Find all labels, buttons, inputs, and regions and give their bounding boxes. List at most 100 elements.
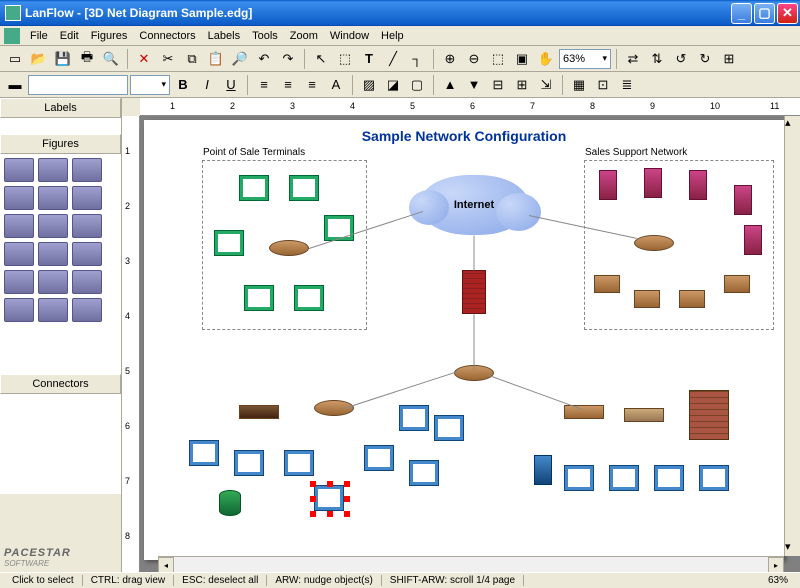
print-icon[interactable]: 🖶 (76, 48, 98, 70)
node-laptop[interactable] (724, 275, 750, 293)
scrollbar-horizontal[interactable]: ◂ ▸ (158, 556, 784, 572)
group-label[interactable]: Sales Support Network (585, 147, 687, 158)
node-tower[interactable] (534, 455, 552, 485)
paste-icon[interactable]: 📋 (205, 48, 227, 70)
fill-icon[interactable]: ▨ (358, 74, 380, 96)
scroll-down-icon[interactable]: ▾ (785, 540, 800, 556)
close-button[interactable]: ✕ (777, 3, 798, 24)
align-right-icon[interactable]: ≡ (301, 74, 323, 96)
line-icon[interactable]: ╱ (382, 48, 404, 70)
connector[interactable] (489, 375, 583, 410)
node-pc[interactable] (189, 440, 219, 466)
node-router[interactable] (634, 235, 674, 251)
redo-icon[interactable]: ↷ (277, 48, 299, 70)
layers-icon[interactable]: ≣ (616, 74, 638, 96)
align-left-icon[interactable]: ≡ (253, 74, 275, 96)
node-laptop[interactable] (594, 275, 620, 293)
node-pc[interactable] (364, 445, 394, 471)
selection-handle[interactable] (344, 496, 350, 502)
labels-pane[interactable] (0, 118, 121, 134)
group-label[interactable]: Point of Sale Terminals (203, 147, 305, 158)
menu-file[interactable]: File (24, 28, 54, 44)
connector[interactable] (474, 236, 475, 271)
figure-shape[interactable] (72, 298, 102, 322)
selection-handle[interactable] (327, 511, 333, 517)
distribute-icon[interactable]: ⊞ (511, 74, 533, 96)
figure-shape[interactable] (4, 270, 34, 294)
connector[interactable] (344, 371, 458, 409)
canvas[interactable]: Sample Network Configuration Point of Sa… (140, 116, 800, 572)
figure-shape[interactable] (72, 158, 102, 182)
scroll-left-icon[interactable]: ◂ (158, 557, 174, 572)
selection-handle[interactable] (344, 511, 350, 517)
menu-labels[interactable]: Labels (202, 28, 246, 44)
bold-icon[interactable]: B (172, 74, 194, 96)
figure-shape[interactable] (38, 158, 68, 182)
grid-icon[interactable]: ▦ (568, 74, 590, 96)
node-pc[interactable] (234, 450, 264, 476)
zoomfit-icon[interactable]: ▣ (511, 48, 533, 70)
menu-tools[interactable]: Tools (246, 28, 284, 44)
node-tower[interactable] (599, 170, 617, 200)
italic-icon[interactable]: I (196, 74, 218, 96)
scrollbar-vertical[interactable]: ▴ ▾ (784, 116, 800, 556)
node-tower[interactable] (734, 185, 752, 215)
figure-shape[interactable] (38, 242, 68, 266)
diagram-page[interactable]: Sample Network Configuration Point of Sa… (144, 120, 784, 560)
node-pc[interactable] (409, 460, 439, 486)
open-icon[interactable]: 📂 (28, 48, 50, 70)
border-icon[interactable]: ▢ (406, 74, 428, 96)
preview-icon[interactable]: 🔍 (100, 48, 122, 70)
undo-icon[interactable]: ↶ (253, 48, 275, 70)
selection-handle[interactable] (310, 481, 316, 487)
scroll-up-icon[interactable]: ▴ (785, 116, 800, 132)
zoomin-icon[interactable]: ⊕ (439, 48, 461, 70)
menu-edit[interactable]: Edit (54, 28, 85, 44)
node-tower[interactable] (744, 225, 762, 255)
menu-help[interactable]: Help (375, 28, 410, 44)
cut-icon[interactable]: ✂ (157, 48, 179, 70)
find-icon[interactable]: 🔎 (229, 48, 251, 70)
node-pc[interactable] (284, 450, 314, 476)
node-firewall[interactable] (462, 270, 486, 314)
node-hub[interactable] (624, 408, 664, 422)
node-pc[interactable] (699, 465, 729, 491)
figure-shape[interactable] (72, 270, 102, 294)
menu-zoom[interactable]: Zoom (284, 28, 324, 44)
textcolor-icon[interactable]: A (325, 74, 347, 96)
node-pc[interactable] (434, 415, 464, 441)
node-pc-selected[interactable] (314, 485, 344, 511)
node-terminal[interactable] (239, 175, 269, 201)
node-tower[interactable] (689, 170, 707, 200)
node-laptop[interactable] (679, 290, 705, 308)
new-icon[interactable]: ▭ (4, 48, 26, 70)
palette-figures[interactable]: Figures (0, 134, 121, 154)
zoomregion-icon[interactable]: ⬚ (487, 48, 509, 70)
figure-shape[interactable] (38, 186, 68, 210)
node-pc[interactable] (399, 405, 429, 431)
figure-shape[interactable] (72, 242, 102, 266)
figure-shape[interactable] (4, 186, 34, 210)
shadow-icon[interactable]: ◪ (382, 74, 404, 96)
fillcolor-icon[interactable]: ▬ (4, 74, 26, 96)
node-router[interactable] (314, 400, 354, 416)
connectors-pane[interactable] (0, 394, 121, 494)
node-cloud[interactable]: Internet (419, 175, 529, 235)
figure-shape[interactable] (38, 214, 68, 238)
node-rack[interactable] (689, 390, 729, 440)
text-icon[interactable]: T (358, 48, 380, 70)
align-center-icon[interactable]: ≡ (277, 74, 299, 96)
menu-connectors[interactable]: Connectors (133, 28, 201, 44)
selection-handle[interactable] (310, 511, 316, 517)
menu-figures[interactable]: Figures (85, 28, 134, 44)
underline-icon[interactable]: U (220, 74, 242, 96)
flip-v-icon[interactable]: ⇅ (646, 48, 668, 70)
node-terminal[interactable] (244, 285, 274, 311)
node-laptop[interactable] (634, 290, 660, 308)
zoomout-icon[interactable]: ⊖ (463, 48, 485, 70)
figure-shape[interactable] (4, 214, 34, 238)
figure-shape[interactable] (4, 242, 34, 266)
back-icon[interactable]: ▼ (463, 74, 485, 96)
maximize-button[interactable]: ▢ (754, 3, 775, 24)
figure-shape[interactable] (4, 158, 34, 182)
